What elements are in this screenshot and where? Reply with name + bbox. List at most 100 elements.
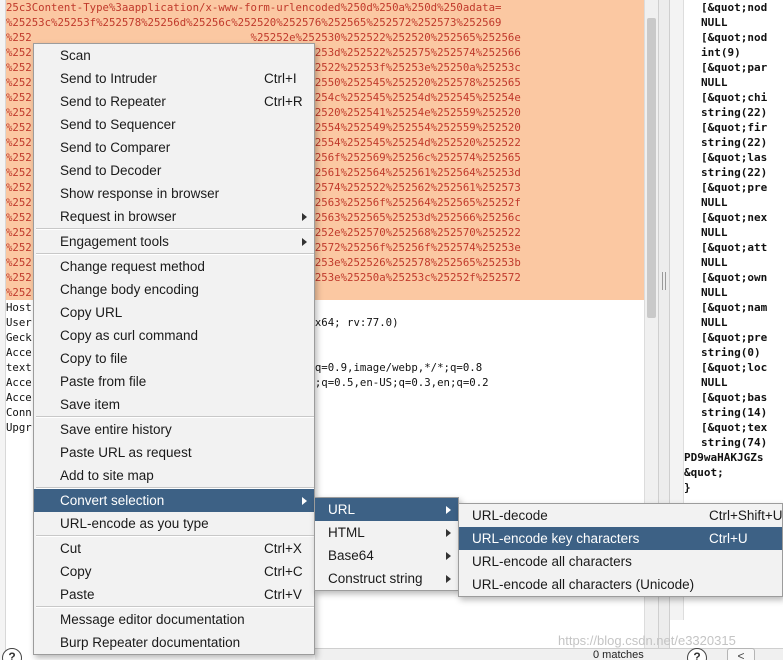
menu-item-send-to-comparer[interactable]: Send to Comparer [34,136,314,159]
menu-item-label: Send to Intruder [60,71,157,86]
response-line: NULL [701,376,728,389]
menu-item-label: URL-decode [472,508,548,523]
response-line: [&quot;bas [701,391,768,404]
submenu-arrow-icon [446,575,451,583]
response-line: [&quot;nod [701,31,768,44]
menu-item-copy-url[interactable]: Copy URL [34,301,314,324]
context-menu: Scan Send to Intruder Ctrl+I Send to Repeat… [33,43,315,655]
menu-item-copy-to-file[interactable]: Copy to file [34,347,314,370]
response-line: string(14) [701,406,768,419]
response-line: [&quot;loc [701,361,768,374]
menu-item-paste[interactable]: Paste Ctrl+V [34,583,314,606]
menu-item-shortcut: Ctrl+I [264,71,297,86]
menu-item-label: URL-encode all characters (Unicode) [472,577,695,592]
response-line: string(0) [701,346,768,359]
menu-item-message-editor-documentation[interactable]: Message editor documentation [34,608,314,631]
menu-item-scan[interactable]: Scan [34,44,314,67]
watermark: https://blog.csdn.net/e3320315 [558,633,736,648]
response-line: string(74) [701,436,768,449]
menu-item-send-to-decoder[interactable]: Send to Decoder [34,159,314,182]
menu-item-url[interactable]: URL [315,498,458,521]
response-line: [&quot;nam [701,301,768,314]
response-line: int(9) [701,46,741,59]
menu-item-paste-from-file[interactable]: Paste from file [34,370,314,393]
response-line: [&quot;fir [701,121,768,134]
menu-item-label: Convert selection [60,493,165,508]
selected-code-line[interactable]: %25253c%25253f%252578%25256d%25256c%2525… [6,15,644,30]
menu-item-label: Send to Decoder [60,163,162,178]
menu-item-label: Request in browser [60,209,177,224]
menu-item-engagement-tools[interactable]: Engagement tools [34,230,314,253]
menu-item-label: Copy [60,564,92,579]
submenu-arrow-icon [446,529,451,537]
menu-item-label: Change body encoding [60,282,199,297]
menu-item-change-request-method[interactable]: Change request method [34,255,314,278]
menu-item-request-in-browser[interactable]: Request in browser [34,205,314,228]
menu-item-save-entire-history[interactable]: Save entire history [34,418,314,441]
menu-item-label: Copy to file [60,351,128,366]
splitter-grip-icon [662,272,666,290]
menu-item-base64[interactable]: Base64 [315,544,458,567]
menu-item-shortcut: Ctrl+C [264,564,303,579]
menu-item-shortcut: Ctrl+V [264,587,302,602]
menu-item-cut[interactable]: Cut Ctrl+X [34,537,314,560]
response-line: [&quot;own [701,271,768,284]
menu-item-label: Send to Repeater [60,94,166,109]
menu-item-label: Cut [60,541,82,556]
menu-item-burp-repeater-documentation[interactable]: Burp Repeater documentation [34,631,314,654]
menu-item-html[interactable]: HTML [315,521,458,544]
response-line: [&quot;chi [701,91,768,104]
menu-item-url-decode[interactable]: URL-decode Ctrl+Shift+U [459,504,783,527]
convert-selection-submenu: URL HTML Base64 Construct string [314,497,459,591]
menu-item-url-encode-all-characters[interactable]: URL-encode all characters [459,550,782,573]
menu-item-label: Send to Comparer [60,140,171,155]
menu-item-label: Send to Sequencer [60,117,176,132]
menu-item-add-to-site-map[interactable]: Add to site map [34,464,314,487]
response-line: [&quot;att [701,241,768,254]
response-line: [&quot;par [701,61,768,74]
response-line: [&quot;las [701,151,768,164]
previous-match-button[interactable]: < [727,648,755,660]
menu-item-url-encode-as-you-type[interactable]: URL-encode as you type [34,512,314,535]
response-line: [&quot;pre [701,181,768,194]
menu-item-save-item[interactable]: Save item [34,393,314,416]
menu-item-copy[interactable]: Copy Ctrl+C [34,560,314,583]
menu-item-label: Save entire history [60,422,172,437]
menu-item-copy-as-curl-command[interactable]: Copy as curl command [34,324,314,347]
menu-item-paste-url-as-request[interactable]: Paste URL as request [34,441,314,464]
menu-item-show-response-in-browser[interactable]: Show response in browser [34,182,314,205]
menu-item-convert-selection[interactable]: Convert selection [34,489,314,512]
match-count: 0 matches [593,649,644,660]
scrollbar-thumb[interactable] [647,18,656,318]
menu-item-label: URL [328,502,356,517]
menu-item-label: Construct string [328,571,423,586]
response-line: NULL [701,226,728,239]
menu-item-label: Show response in browser [60,186,220,201]
menu-item-label: Copy as curl command [60,328,199,343]
menu-item-send-to-intruder[interactable]: Send to Intruder Ctrl+I [34,67,314,90]
menu-item-label: URL-encode all characters [472,554,632,569]
menu-item-send-to-sequencer[interactable]: Send to Sequencer [34,113,314,136]
menu-item-change-body-encoding[interactable]: Change body encoding [34,278,314,301]
menu-item-construct-string[interactable]: Construct string [315,567,458,590]
menu-item-label: Add to site map [60,468,154,483]
menu-item-shortcut: Ctrl+X [264,541,302,556]
menu-item-shortcut: Ctrl+U [709,531,748,546]
url-submenu: URL-decode Ctrl+Shift+U URL-encode key cha… [458,503,783,597]
menu-item-label: Change request method [60,259,205,274]
response-line: NULL [701,16,728,29]
menu-item-label: Save item [60,397,121,412]
submenu-arrow-icon [446,506,451,514]
menu-item-label: Burp Repeater documentation [60,635,241,650]
menu-item-send-to-repeater[interactable]: Send to Repeater Ctrl+R [34,90,314,113]
response-line: PD9waHAKJGZs [684,451,764,464]
menu-item-label: Paste from file [60,374,147,389]
response-line: [&quot;nod [701,1,768,14]
menu-item-label: Scan [60,48,91,63]
response-line: } [684,481,691,494]
menu-item-label: Base64 [328,548,374,563]
selected-code-line[interactable]: 25c3Content-Type%3aapplication/x-www-for… [6,0,644,15]
menu-item-url-encode-key-characters[interactable]: URL-encode key characters Ctrl+U [459,527,782,550]
menu-item-url-encode-all-characters-unicode[interactable]: URL-encode all characters (Unicode) [459,573,782,596]
menu-item-label: Paste [60,587,95,602]
